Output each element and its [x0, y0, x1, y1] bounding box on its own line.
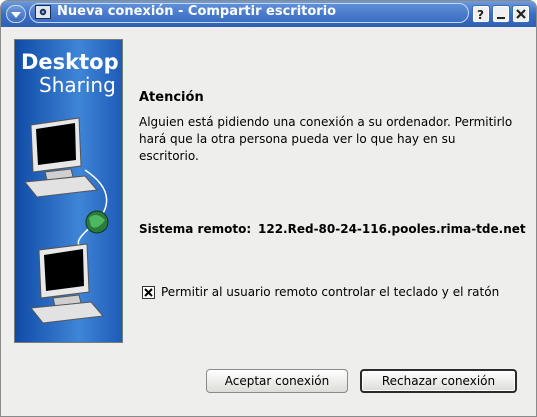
computers-illustration	[24, 117, 109, 324]
computer-bottom-icon	[30, 243, 104, 324]
svg-text:?: ?	[477, 9, 484, 19]
help-icon: ?	[477, 9, 484, 19]
desktop-sharing-banner: Desktop Sharing	[14, 39, 123, 343]
chevron-down-icon	[11, 12, 21, 18]
dialog-content: Desktop Sharing Atención Alguien está pi…	[2, 27, 535, 416]
desktop-sharing-app-icon	[35, 5, 51, 19]
dialog-message: Alguien está pidiendo una conexión a su …	[139, 115, 513, 163]
remote-system-value: 122.Red-80-24-116.pooles.rima-tde.net	[258, 222, 526, 236]
help-button[interactable]: ?	[473, 6, 489, 22]
reject-connection-button[interactable]: Rechazar conexión	[360, 369, 517, 393]
dialog-window: Nueva conexión - Compartir escritorio ? …	[0, 0, 537, 417]
close-icon	[516, 9, 526, 19]
globe-icon	[85, 210, 109, 234]
computer-top-icon	[24, 117, 98, 198]
close-button[interactable]	[513, 6, 529, 22]
allow-control-label[interactable]: Permitir al usuario remoto controlar el …	[161, 285, 499, 299]
title-bar[interactable]: Nueva conexión - Compartir escritorio ?	[1, 1, 536, 27]
accept-connection-button[interactable]: Aceptar conexión	[206, 369, 348, 393]
minimize-icon	[497, 17, 505, 19]
minimize-button[interactable]	[493, 6, 509, 22]
allow-control-checkbox[interactable]	[142, 286, 155, 299]
remote-system-label: Sistema remoto:	[139, 222, 252, 236]
dialog-heading: Atención	[139, 90, 204, 105]
window-title: Nueva conexión - Compartir escritorio	[57, 4, 337, 19]
checkmark-icon	[144, 288, 153, 297]
window-menu-button[interactable]	[6, 5, 26, 23]
